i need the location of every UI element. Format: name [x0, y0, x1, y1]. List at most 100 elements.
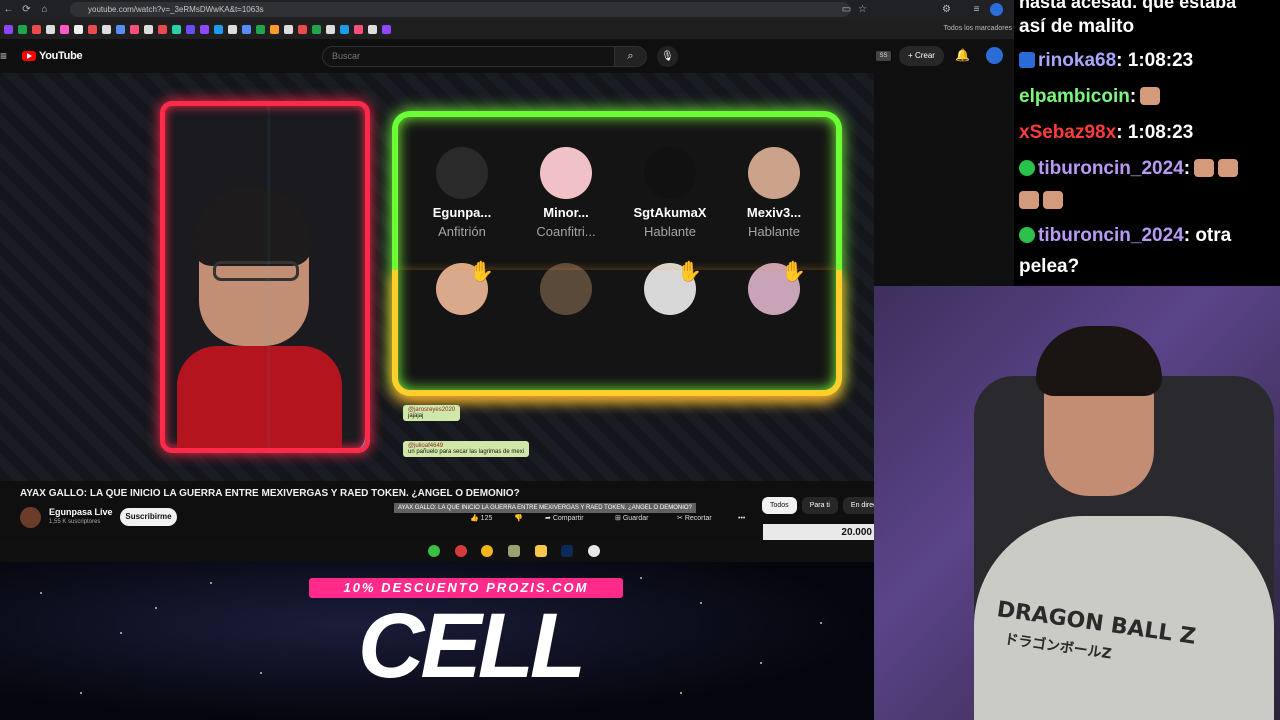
reload-icon[interactable]: ⟳ [20, 3, 33, 16]
home-icon[interactable]: ⌂ [38, 3, 51, 16]
bookmark-icon[interactable] [312, 24, 321, 34]
voice-search-button[interactable]: 🎙 [657, 46, 678, 67]
bookmark-icon[interactable] [382, 24, 391, 34]
thumbs-down-icon: 👎 [514, 515, 523, 522]
bookmark-icon[interactable] [298, 24, 307, 34]
speaker-role: Hablante [643, 224, 697, 239]
search-input[interactable]: Buscar [322, 46, 615, 67]
bookmark-icon[interactable] [46, 24, 55, 34]
promo-big-text: CELL [357, 595, 586, 697]
chip-all[interactable]: Todos [762, 497, 797, 514]
profile-icon[interactable] [990, 3, 1003, 16]
bookmark-icon[interactable] [60, 24, 69, 34]
clip-label: Recortar [684, 515, 712, 522]
chat-line: tiburoncin_2024: otra [1019, 225, 1231, 247]
emote-icon [1140, 87, 1161, 105]
folder-icon[interactable] [535, 545, 547, 557]
emote-icon [1043, 191, 1063, 209]
bookmark-icon[interactable] [102, 24, 111, 34]
bookmark-icon[interactable] [214, 24, 223, 34]
chat-line: así de malito [1019, 16, 1134, 38]
listener-avatar [644, 263, 696, 315]
twitter-space-panel: Egunpa... Anfitrión Minor... Coanfitri..… [392, 111, 842, 396]
star [700, 602, 702, 604]
bookmark-icon[interactable] [368, 24, 377, 34]
star [820, 622, 822, 624]
bookmark-icon[interactable] [354, 24, 363, 34]
star [260, 672, 262, 674]
listener-card: ✋ [620, 261, 720, 315]
account-avatar[interactable] [986, 47, 1003, 64]
more-actions-button[interactable]: ••• [738, 511, 745, 526]
dislike-button[interactable]: 👎 [514, 511, 523, 526]
bookmark-icon: ⊞ [615, 515, 621, 522]
bookmark-icon[interactable] [326, 24, 335, 34]
create-button[interactable]: + Crear [899, 46, 944, 66]
bookmark-icon[interactable] [32, 24, 41, 34]
youtube-logo[interactable]: YouTube [22, 50, 83, 62]
chat-badge-icon [1019, 160, 1035, 176]
save-button[interactable]: ⊞ Guardar [615, 511, 649, 526]
bookmark-icon[interactable] [200, 24, 209, 34]
bookmark-icon[interactable] [18, 24, 27, 34]
bookmark-icon[interactable] [228, 24, 237, 34]
bookmark-icon[interactable] [270, 24, 279, 34]
bookmark-icon[interactable] [88, 24, 97, 34]
bookmark-icon[interactable] [130, 24, 139, 34]
bookmark-icon[interactable] [116, 24, 125, 34]
speaker-role: Anfitrión [438, 224, 486, 239]
menu-hamburger-icon[interactable]: ≡ [0, 49, 7, 63]
emote-icon [1218, 159, 1239, 177]
bookmark-icon[interactable] [186, 24, 195, 34]
extensions-icon[interactable]: ⚙ [940, 3, 953, 16]
share-button[interactable]: ➦ Compartir [545, 511, 584, 526]
menu-icon[interactable]: ≡ [970, 3, 983, 16]
bookmark-icon[interactable] [158, 24, 167, 34]
channel-avatar[interactable] [20, 507, 41, 528]
app-icon[interactable] [428, 545, 440, 557]
bookmark-icon[interactable] [172, 24, 181, 34]
address-bar[interactable]: youtube.com/watch?v=_3eRMsDWwKA&t=1063s [70, 2, 850, 17]
video-player[interactable]: Egunpa... Anfitrión Minor... Coanfitri..… [0, 73, 874, 481]
search-button[interactable]: ⌕ [614, 46, 647, 67]
clip-button[interactable]: ✂ Recortar [677, 511, 712, 526]
raised-hand-icon: ✋ [469, 261, 494, 283]
bookmark-star-icon[interactable]: ☆ [856, 3, 869, 16]
listener-avatar [748, 263, 800, 315]
chat-line: rinoka68: 1:08:23 [1019, 50, 1193, 72]
bookmark-icon[interactable] [144, 24, 153, 34]
bookmark-icon[interactable] [284, 24, 293, 34]
chat-text: : otra [1183, 225, 1232, 246]
bookmark-icon[interactable] [74, 24, 83, 34]
listener-avatar [540, 263, 592, 315]
speaker-name: Mexiv3... [746, 205, 802, 220]
app-icon[interactable] [588, 545, 600, 557]
cast-icon[interactable]: ▭ [840, 3, 853, 16]
bookmark-icon[interactable] [4, 24, 13, 34]
subscribe-button[interactable]: Suscribirme [120, 508, 177, 526]
app-icon[interactable] [455, 545, 467, 557]
subscriber-count: 1,55 K suscriptores [49, 519, 101, 525]
stream-chat: hasta ácesad. que estaba así de malito r… [1014, 0, 1280, 286]
microphone-icon: 🎙 [661, 51, 674, 62]
star [80, 692, 82, 694]
like-count: 125 [480, 515, 493, 522]
notifications-bell-icon[interactable]: 🔔 [955, 48, 970, 62]
bookmark-icon[interactable] [242, 24, 251, 34]
chrome-icon[interactable] [481, 545, 493, 557]
browser-toolbar: ← ⟳ ⌂ youtube.com/watch?v=_3eRMsDWwKA&t=… [0, 0, 1014, 19]
like-button[interactable]: 👍 125 [470, 511, 492, 526]
all-bookmarks-link[interactable]: Todos los marcadores [944, 19, 1012, 39]
bookmark-icon[interactable] [340, 24, 349, 34]
thumbs-up-icon: 👍 [470, 515, 479, 522]
channel-name[interactable]: Egunpasa Live [49, 507, 113, 517]
app-icon[interactable] [508, 545, 520, 557]
hair [192, 186, 312, 266]
bookmark-icon[interactable] [256, 24, 265, 34]
speaker-name: Minor... [543, 205, 589, 220]
photoshop-icon[interactable] [561, 545, 573, 557]
back-icon[interactable]: ← [2, 3, 15, 16]
chip-for-you[interactable]: Para ti [801, 497, 838, 514]
bookmarks-bar [0, 19, 1014, 39]
listener-card: ✋ [724, 261, 824, 315]
